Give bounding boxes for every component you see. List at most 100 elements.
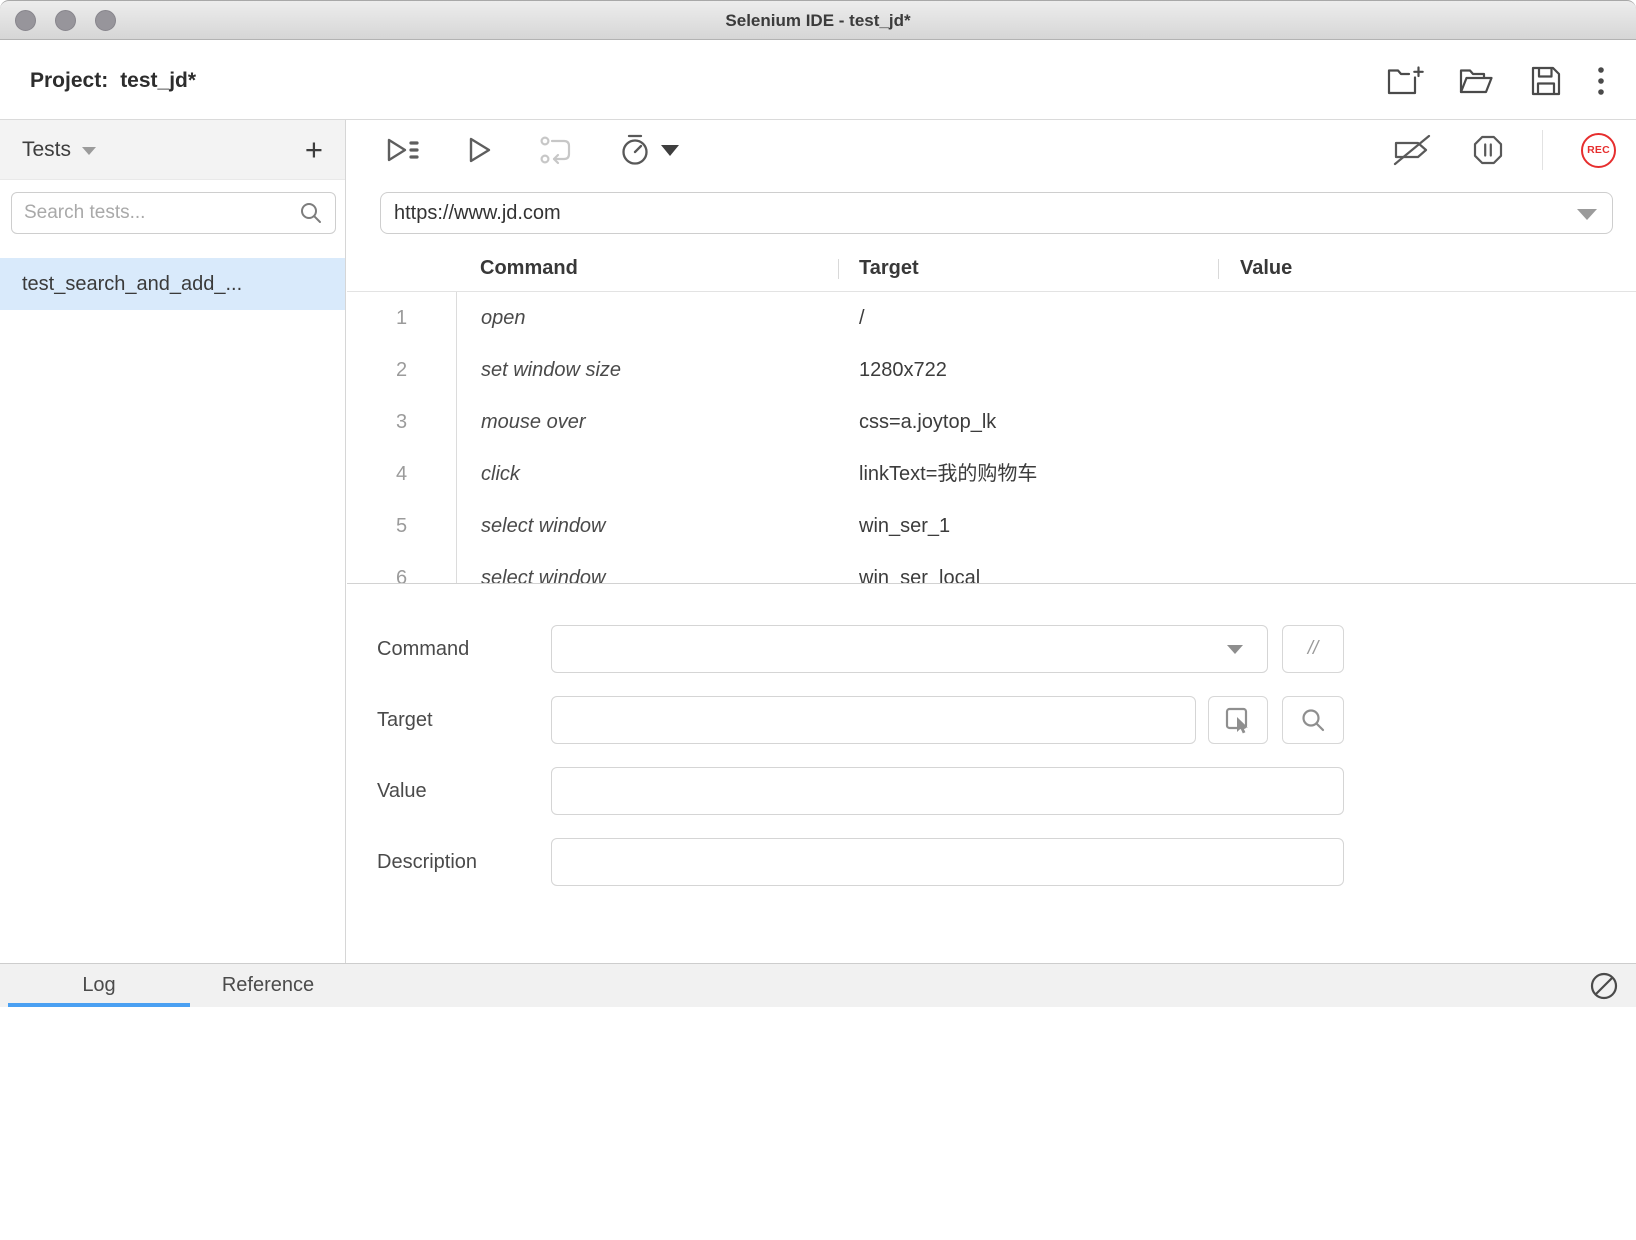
command-field-label: Command <box>377 625 469 673</box>
description-field-input[interactable] <box>551 838 1344 886</box>
table-row[interactable]: 3 mouse over css=a.joytop_lk <box>347 396 1636 448</box>
chevron-down-icon <box>82 147 96 155</box>
test-speed-control[interactable] <box>619 133 679 167</box>
breakpoint-slash-icon <box>1392 132 1434 168</box>
row-command: open <box>481 292 526 344</box>
step-over-icon <box>539 134 573 166</box>
column-command: Command <box>480 246 578 290</box>
run-all-icon <box>383 133 421 167</box>
window-title: Selenium IDE - test_jd* <box>0 1 1636 41</box>
disable-breakpoints-button[interactable] <box>1392 132 1434 168</box>
log-content-area <box>0 1007 1636 1240</box>
row-command: select window <box>481 500 606 552</box>
row-target: 1280x722 <box>859 344 947 396</box>
command-dropdown-icon[interactable] <box>1227 645 1243 654</box>
comment-slashes-icon: // <box>1308 638 1319 660</box>
record-button[interactable]: REC <box>1581 133 1616 168</box>
test-list-item[interactable]: test_search_and_add_... <box>0 258 345 310</box>
table-row[interactable]: 2 set window size 1280x722 <box>347 344 1636 396</box>
target-field-input[interactable] <box>551 696 1196 744</box>
window-controls <box>15 10 116 31</box>
folder-plus-icon <box>1385 64 1425 98</box>
zoom-button[interactable] <box>95 10 116 31</box>
row-command: set window size <box>481 344 621 396</box>
target-field-label: Target <box>377 696 433 744</box>
tab-reference[interactable]: Reference <box>190 964 346 1007</box>
row-target: css=a.joytop_lk <box>859 396 996 448</box>
row-number: 5 <box>347 500 456 552</box>
stopwatch-icon <box>619 133 651 167</box>
step-over-button[interactable] <box>539 134 573 166</box>
table-row[interactable]: 1 open / <box>347 292 1636 344</box>
column-separator <box>838 259 839 279</box>
clear-log-button[interactable] <box>1589 971 1619 1001</box>
toggle-comment-button[interactable]: // <box>1282 625 1344 673</box>
search-icon <box>299 201 323 225</box>
command-edit-form: Command // Target <box>347 583 1636 963</box>
url-dropdown-icon[interactable] <box>1577 209 1597 220</box>
new-project-button[interactable] <box>1385 64 1425 98</box>
open-folder-icon <box>1458 65 1496 97</box>
tests-header: Tests + <box>0 120 345 180</box>
description-field-label: Description <box>377 838 477 886</box>
search-tests-input[interactable] <box>24 202 299 224</box>
bottom-tab-bar: Log Reference <box>0 963 1636 1007</box>
target-picker-icon <box>1223 705 1253 735</box>
window-titlebar: Selenium IDE - test_jd* <box>0 0 1636 40</box>
clear-log-icon <box>1589 971 1619 1001</box>
run-current-test-button[interactable] <box>467 135 493 165</box>
test-search-box <box>11 192 336 234</box>
pause-octagon-icon <box>1472 134 1504 166</box>
tab-log[interactable]: Log <box>8 964 190 1007</box>
column-target: Target <box>859 246 919 290</box>
row-target: linkText=我的购物车 <box>859 448 1037 500</box>
base-url-bar <box>380 192 1613 234</box>
kebab-menu-icon <box>1596 66 1606 96</box>
project-bar: Project: test_jd* <box>0 41 1636 120</box>
row-command: mouse over <box>481 396 586 448</box>
toolbar-divider <box>1542 130 1543 170</box>
column-separator <box>1218 259 1219 279</box>
tab-reference-label: Reference <box>222 974 314 996</box>
command-field-input[interactable] <box>551 625 1268 673</box>
table-row[interactable]: 6 select window win_ser_local <box>347 552 1636 583</box>
row-target: win_ser_local <box>859 552 980 583</box>
minimize-button[interactable] <box>55 10 76 31</box>
row-command: click <box>481 448 520 500</box>
base-url-input[interactable] <box>380 192 1613 234</box>
tab-log-label: Log <box>82 974 115 996</box>
open-project-button[interactable] <box>1458 65 1496 97</box>
add-test-button[interactable]: + <box>305 134 323 165</box>
playback-toolbar: REC <box>347 120 1636 180</box>
row-number: 6 <box>347 552 456 583</box>
save-icon <box>1529 64 1563 98</box>
run-all-tests-button[interactable] <box>383 133 421 167</box>
row-number: 4 <box>347 448 456 500</box>
column-value: Value <box>1240 246 1292 290</box>
main-panel: REC Command Target Value 1 open / 2 set … <box>347 120 1636 963</box>
rec-label: REC <box>1587 144 1610 156</box>
command-table-header: Command Target Value <box>347 246 1636 292</box>
table-row[interactable]: 5 select window win_ser_1 <box>347 500 1636 552</box>
row-number: 3 <box>347 396 456 448</box>
save-project-button[interactable] <box>1529 64 1563 98</box>
search-icon <box>1300 707 1326 733</box>
table-row[interactable]: 4 click linkText=我的购物车 <box>347 448 1636 500</box>
row-target: / <box>859 292 865 344</box>
pause-on-exceptions-button[interactable] <box>1472 134 1504 166</box>
row-number: 1 <box>347 292 456 344</box>
project-title: Project: test_jd* <box>30 41 196 120</box>
row-command: select window <box>481 552 606 583</box>
row-target: win_ser_1 <box>859 500 950 552</box>
close-button[interactable] <box>15 10 36 31</box>
tests-dropdown[interactable]: Tests <box>22 138 71 162</box>
tests-sidebar: Tests + test_search_and_add_... <box>0 120 346 963</box>
project-more-button[interactable] <box>1596 66 1606 96</box>
project-name: test_jd* <box>120 69 196 93</box>
row-number: 2 <box>347 344 456 396</box>
find-target-button[interactable] <box>1282 696 1344 744</box>
value-field-label: Value <box>377 767 427 815</box>
value-field-input[interactable] <box>551 767 1344 815</box>
project-label: Project: <box>30 69 108 93</box>
select-target-button[interactable] <box>1208 696 1268 744</box>
